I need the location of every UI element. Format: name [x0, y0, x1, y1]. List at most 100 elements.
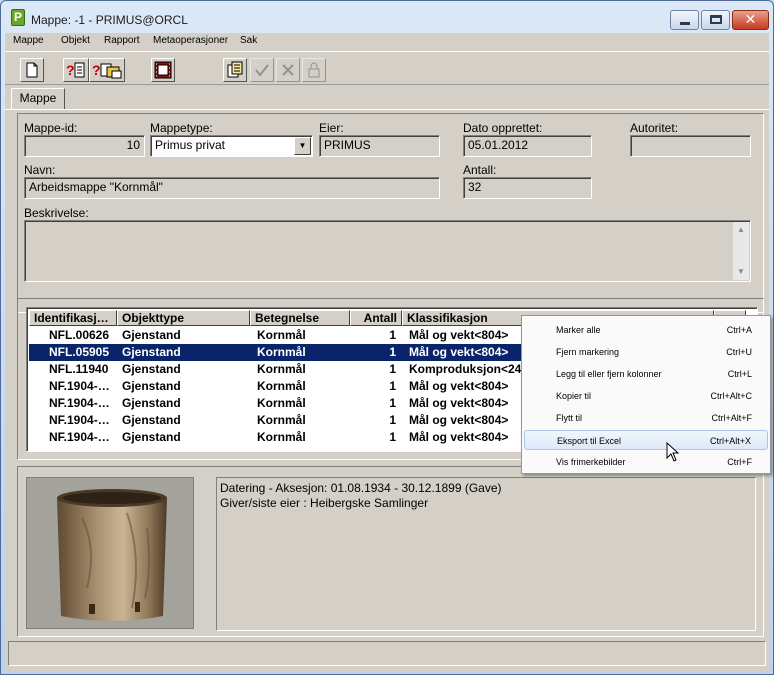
menu-objekt[interactable]: Objekt — [61, 35, 90, 46]
menu-item-label: Vis frimerkebilder — [556, 457, 626, 467]
title-bar[interactable]: P Mappe: -1 - PRIMUS@ORCL ✕ — [1, 1, 773, 33]
menu-item-label: Legg til eller fjern kolonner — [556, 369, 662, 379]
table-cell: 1 — [389, 396, 396, 410]
menu-item-shortcut: Ctrl+A — [726, 325, 752, 335]
table-cell: Mål og vekt<804> — [409, 379, 509, 393]
menu-metaoperasjoner[interactable]: Metaoperasjoner — [153, 35, 228, 46]
cancel-button[interactable] — [276, 58, 300, 82]
mouse-cursor-icon — [666, 442, 680, 462]
query-icon: ? — [66, 62, 85, 78]
table-cell: 1 — [389, 430, 396, 444]
menu-item-label: Flytt til — [556, 413, 582, 423]
new-document-icon — [26, 62, 38, 78]
svg-text:?: ? — [66, 62, 75, 78]
table-cell: NFL.11940 — [49, 362, 109, 376]
beskrivelse-scrollbar[interactable]: ▲ ▼ — [733, 222, 749, 280]
toolbar: ? ? — [5, 51, 769, 85]
table-cell: NF.1904-… — [49, 430, 110, 444]
mappe-id-field: 10 — [24, 135, 145, 157]
menu-item-label: Eksport til Excel — [557, 436, 622, 446]
table-cell: Gjenstand — [122, 345, 181, 359]
table-cell: 1 — [389, 379, 396, 393]
svg-text:?: ? — [92, 62, 101, 78]
table-cell: Gjenstand — [122, 430, 181, 444]
col-betegnelse[interactable]: Betegnelse — [250, 310, 350, 326]
table-cell: NF.1904-… — [49, 396, 110, 410]
primus-app-icon: P — [11, 9, 25, 26]
table-cell: Gjenstand — [122, 413, 181, 427]
menu-item-kopier-til[interactable]: Kopier til Ctrl+Alt+C — [524, 386, 768, 406]
antall-field: 32 — [463, 177, 592, 199]
menu-item-fjern-markering[interactable]: Fjern markering Ctrl+U — [524, 342, 768, 362]
accept-button[interactable] — [250, 58, 274, 82]
mappetype-value: Primus privat — [155, 138, 226, 152]
tools-icon — [227, 61, 243, 78]
table-cell: Komproduksjon<243 — [409, 362, 529, 376]
table-cell: Kornmål — [257, 345, 306, 359]
application-window: P Mappe: -1 - PRIMUS@ORCL ✕ Mappe Objekt… — [0, 0, 774, 675]
table-cell: 1 — [389, 362, 396, 376]
menu-sak[interactable]: Sak — [240, 35, 257, 46]
table-cell: Kornmål — [257, 362, 306, 376]
lock-icon — [308, 62, 320, 78]
menu-item-marker-alle[interactable]: Marker alle Ctrl+A — [524, 320, 768, 340]
minimize-button[interactable] — [670, 10, 699, 30]
mappe-form-panel: Mappe-id: 10 Mappetype: Primus privat ▼ … — [17, 113, 764, 313]
menu-item-label: Fjern markering — [556, 347, 620, 357]
dato-opprettet-label: Dato opprettet: — [463, 121, 543, 135]
object-photo — [26, 477, 194, 629]
menu-item-shortcut: Ctrl+F — [727, 457, 752, 467]
object-info: Datering - Aksesjon: 01.08.1934 - 30.12.… — [216, 477, 756, 631]
status-bar — [8, 641, 766, 666]
beskrivelse-textarea[interactable]: ▲ ▼ — [24, 220, 751, 282]
maximize-button[interactable] — [701, 10, 730, 30]
film-button[interactable] — [151, 58, 175, 82]
navn-field[interactable]: Arbeidsmappe "Kornmål" — [24, 177, 440, 199]
autoritet-field — [630, 135, 751, 157]
menu-rapport[interactable]: Rapport — [104, 35, 140, 46]
table-cell: Kornmål — [257, 328, 306, 342]
menu-item-shortcut: Ctrl+U — [726, 347, 752, 357]
table-cell: Gjenstand — [122, 379, 181, 393]
chevron-down-icon[interactable]: ▼ — [294, 137, 311, 155]
table-cell: Gjenstand — [122, 396, 181, 410]
minimize-icon — [680, 22, 690, 25]
window-title: Mappe: -1 - PRIMUS@ORCL — [31, 13, 188, 27]
close-icon: ✕ — [744, 12, 757, 28]
table-cell: NF.1904-… — [49, 413, 110, 427]
table-cell: 1 — [389, 328, 396, 342]
menu-item-shortcut: Ctrl+Alt+F — [711, 413, 752, 423]
menu-mappe[interactable]: Mappe — [13, 35, 44, 46]
query-multi-button[interactable]: ? — [89, 58, 125, 82]
eier-field: PRIMUS — [319, 135, 440, 157]
table-cell: NF.1904-… — [49, 379, 110, 393]
dato-opprettet-field: 05.01.2012 — [463, 135, 592, 157]
tab-divider — [5, 109, 769, 110]
table-cell: 1 — [389, 345, 396, 359]
col-antall[interactable]: Antall — [350, 310, 402, 326]
scroll-down-icon[interactable]: ▼ — [733, 264, 749, 280]
table-cell: Kornmål — [257, 379, 306, 393]
object-detail-panel: Datering - Aksesjon: 01.08.1934 - 30.12.… — [17, 466, 764, 637]
menu-item-vis-frimerkebilder[interactable]: Vis frimerkebilder Ctrl+F — [524, 452, 768, 472]
menu-item-eksport-til-excel[interactable]: Eksport til Excel Ctrl+Alt+X — [524, 430, 768, 450]
table-cell: Kornmål — [257, 413, 306, 427]
table-cell: Mål og vekt<804> — [409, 328, 509, 342]
menu-item-legg-til-fjern-kolonner[interactable]: Legg til eller fjern kolonner Ctrl+L — [524, 364, 768, 384]
col-identifikasjon[interactable]: Identifikasj… — [29, 310, 117, 326]
new-button[interactable] — [20, 58, 44, 82]
scroll-up-icon[interactable]: ▲ — [733, 222, 749, 238]
query-button[interactable]: ? — [63, 58, 89, 82]
table-cell: Gjenstand — [122, 328, 181, 342]
close-button[interactable]: ✕ — [732, 10, 769, 30]
lock-button[interactable] — [302, 58, 326, 82]
table-cell: NFL.05905 — [49, 345, 110, 359]
menu-item-label: Kopier til — [556, 391, 592, 401]
eier-label: Eier: — [319, 121, 344, 135]
tools-button[interactable] — [223, 58, 247, 82]
menu-item-label: Marker alle — [556, 325, 601, 335]
tab-mappe[interactable]: Mappe — [11, 88, 65, 110]
col-objekttype[interactable]: Objekttype — [117, 310, 250, 326]
menu-item-flytt-til[interactable]: Flytt til Ctrl+Alt+F — [524, 408, 768, 428]
mappetype-select[interactable]: Primus privat ▼ — [150, 135, 313, 157]
